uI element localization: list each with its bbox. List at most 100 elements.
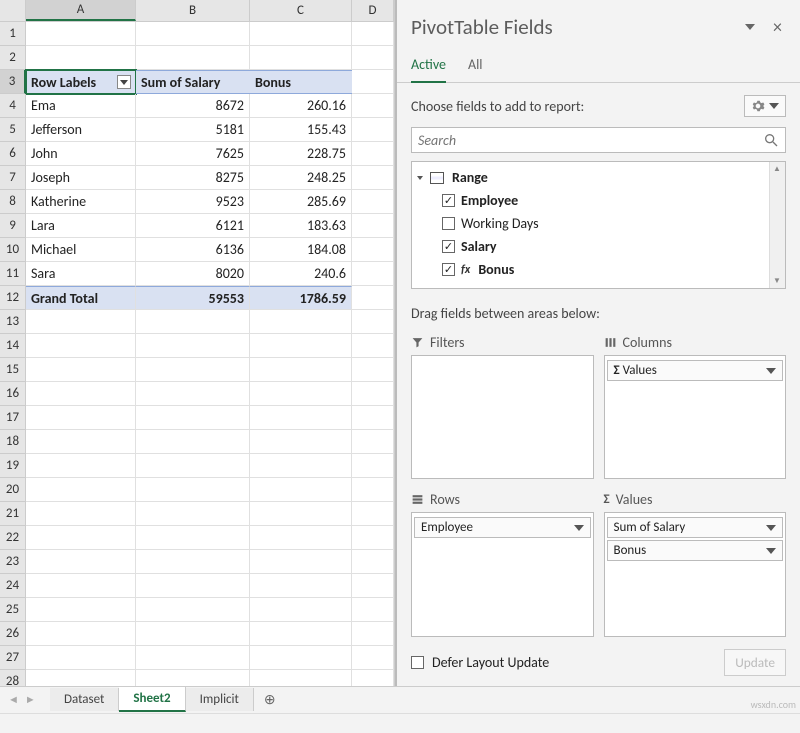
field-list-scrollbar[interactable]: [769, 162, 785, 288]
row-header[interactable]: 16: [0, 382, 26, 406]
cell[interactable]: Sara: [26, 262, 136, 286]
tools-button[interactable]: [744, 95, 786, 117]
cell[interactable]: [250, 622, 352, 646]
cell[interactable]: [136, 382, 250, 406]
tab-sheet2[interactable]: Sheet2: [119, 687, 185, 712]
cell[interactable]: [352, 46, 394, 70]
cell[interactable]: [352, 622, 394, 646]
cell[interactable]: [352, 646, 394, 670]
cell[interactable]: Jefferson: [26, 118, 136, 142]
cell[interactable]: [26, 430, 136, 454]
cell[interactable]: [136, 310, 250, 334]
cell[interactable]: [136, 454, 250, 478]
cell[interactable]: [250, 334, 352, 358]
cell[interactable]: Grand Total: [26, 286, 136, 310]
cell[interactable]: [136, 646, 250, 670]
values-drop[interactable]: Sum of Salary Bonus: [604, 512, 787, 636]
cell[interactable]: [352, 262, 394, 286]
row-header[interactable]: 13: [0, 310, 26, 334]
cell[interactable]: [136, 670, 250, 686]
cell[interactable]: [136, 334, 250, 358]
cell[interactable]: [352, 238, 394, 262]
cell[interactable]: [352, 598, 394, 622]
cell[interactable]: [250, 502, 352, 526]
tab-nav[interactable]: ◄►: [8, 693, 36, 706]
cell[interactable]: [136, 598, 250, 622]
cell[interactable]: Katherine: [26, 190, 136, 214]
col-header-A[interactable]: A: [26, 0, 136, 21]
cell[interactable]: [136, 430, 250, 454]
cell[interactable]: Ema: [26, 94, 136, 118]
cell[interactable]: [352, 94, 394, 118]
cell[interactable]: [26, 622, 136, 646]
row-header[interactable]: 10: [0, 238, 26, 262]
cell[interactable]: 285.69: [250, 190, 352, 214]
row-header[interactable]: 11: [0, 262, 26, 286]
row-header[interactable]: 26: [0, 622, 26, 646]
row-header[interactable]: 2: [0, 46, 26, 70]
cell[interactable]: [26, 478, 136, 502]
cell[interactable]: [352, 214, 394, 238]
cell[interactable]: 8672: [136, 94, 250, 118]
pane-options-dropdown[interactable]: [745, 24, 755, 30]
cell[interactable]: [136, 478, 250, 502]
row-header[interactable]: 9: [0, 214, 26, 238]
field-item[interactable]: fxBonus: [412, 258, 769, 281]
cell[interactable]: [26, 334, 136, 358]
cell[interactable]: 228.75: [250, 142, 352, 166]
cell[interactable]: [26, 502, 136, 526]
cell[interactable]: [352, 358, 394, 382]
cell[interactable]: [26, 358, 136, 382]
cell[interactable]: [352, 382, 394, 406]
row-header[interactable]: 22: [0, 526, 26, 550]
update-button[interactable]: Update: [724, 649, 786, 676]
field-range[interactable]: Range: [412, 166, 769, 189]
cell[interactable]: [136, 622, 250, 646]
cell[interactable]: [26, 598, 136, 622]
row-header[interactable]: 8: [0, 190, 26, 214]
cell[interactable]: [250, 310, 352, 334]
cell[interactable]: Row Labels: [26, 70, 136, 94]
cell[interactable]: [352, 166, 394, 190]
cell[interactable]: [352, 574, 394, 598]
cell[interactable]: 59553: [136, 286, 250, 310]
cell[interactable]: [136, 502, 250, 526]
columns-drop[interactable]: Σ Values: [604, 355, 787, 479]
row-header[interactable]: 1: [0, 22, 26, 46]
cell[interactable]: [352, 406, 394, 430]
cell[interactable]: [250, 478, 352, 502]
cell[interactable]: [136, 358, 250, 382]
cell[interactable]: [352, 478, 394, 502]
cell[interactable]: 6136: [136, 238, 250, 262]
cell[interactable]: 183.63: [250, 214, 352, 238]
cell[interactable]: [250, 598, 352, 622]
cell[interactable]: [26, 670, 136, 686]
cell[interactable]: [250, 46, 352, 70]
cell[interactable]: [26, 646, 136, 670]
rows-chip-employee[interactable]: Employee: [414, 517, 591, 538]
cell[interactable]: [26, 550, 136, 574]
cell[interactable]: [26, 406, 136, 430]
cell[interactable]: John: [26, 142, 136, 166]
tab-dataset[interactable]: Dataset: [50, 688, 119, 711]
cell[interactable]: [26, 310, 136, 334]
cell[interactable]: Bonus: [250, 70, 352, 94]
cell[interactable]: [26, 454, 136, 478]
cell[interactable]: 9523: [136, 190, 250, 214]
cell[interactable]: [250, 574, 352, 598]
cell[interactable]: [250, 406, 352, 430]
search-input-container[interactable]: [411, 127, 786, 153]
cell[interactable]: [352, 526, 394, 550]
cell[interactable]: 260.16: [250, 94, 352, 118]
row-header[interactable]: 7: [0, 166, 26, 190]
cell[interactable]: [250, 430, 352, 454]
cell[interactable]: 248.25: [250, 166, 352, 190]
new-sheet-button[interactable]: ⊕: [254, 687, 286, 712]
cell[interactable]: [352, 22, 394, 46]
cell[interactable]: [250, 550, 352, 574]
cell[interactable]: 184.08: [250, 238, 352, 262]
cell[interactable]: Lara: [26, 214, 136, 238]
close-icon[interactable]: ×: [773, 16, 782, 38]
cell[interactable]: [250, 358, 352, 382]
cell[interactable]: [352, 454, 394, 478]
